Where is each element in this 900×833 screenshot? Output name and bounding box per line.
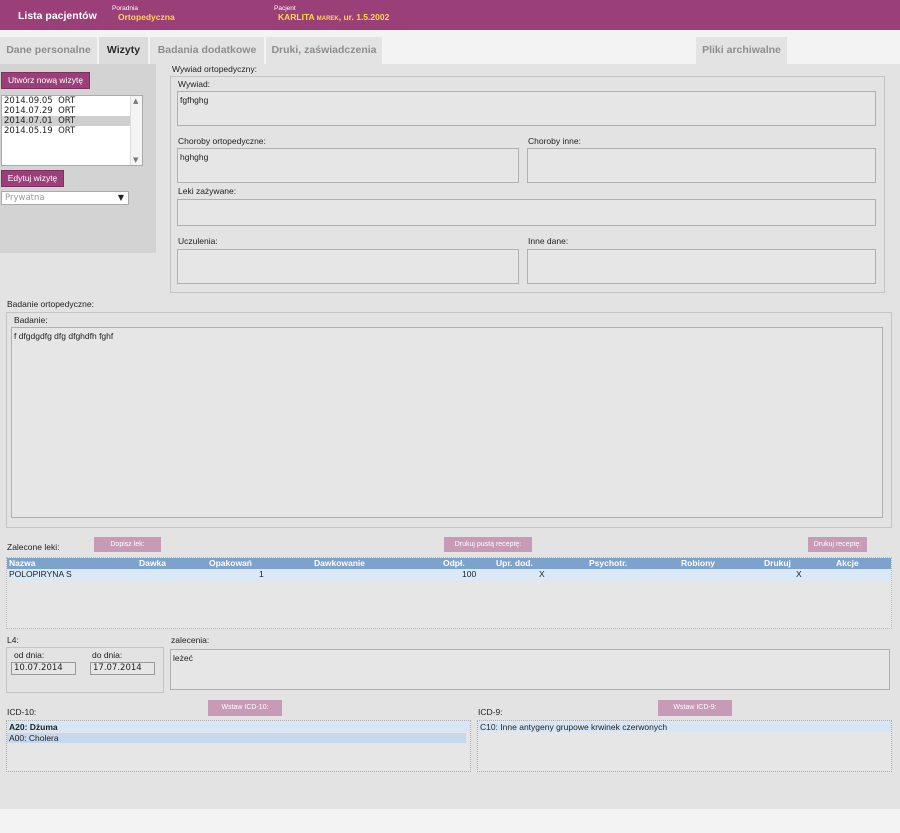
clinic-value[interactable]: Ortopedyczna (118, 12, 175, 22)
ortho-diseases-label: Choroby ortopedyczne: (178, 136, 266, 146)
icd9-list: C10: Inne antygeny grupowe krwinek czerw… (477, 720, 892, 772)
print-empty-prescription-button[interactable]: Drukuj pustą receptę: (444, 537, 532, 552)
exam-section-title: Badanie ortopedyczne: (7, 299, 94, 309)
l4-from-label: od dnia: (14, 650, 45, 660)
column-header[interactable]: Drukuj (764, 558, 791, 569)
table-row[interactable]: POLOPIRYNA S 1 100 X X (7, 569, 891, 581)
chevron-down-icon: ▼ (117, 193, 124, 202)
med-payment: 100 (462, 569, 477, 579)
column-header[interactable]: Dawkowanie (314, 558, 365, 569)
column-header[interactable]: Psychotr. (589, 558, 627, 569)
tab-personal[interactable]: Dane personalne (0, 37, 97, 64)
meds-taken-textarea[interactable] (177, 199, 876, 226)
meds-table-header: Nazwa Dawka Opakowań Dawkowanie Odpł. Up… (7, 558, 891, 569)
patient-info: KARLITA MAREK, ur. 1.5.2002 (278, 12, 389, 22)
payer-select[interactable]: Prywatna ▼ (1, 191, 129, 205)
exam-textarea[interactable]: f dfgdgdfg dfg dfghdfh fghf (11, 327, 883, 518)
column-header[interactable]: Robiony (681, 558, 715, 569)
icd10-list: A20: Dżuma A00: Cholera (6, 720, 471, 772)
print-prescription-button[interactable]: Drukuj receptę: (808, 537, 867, 552)
other-diseases-label: Choroby inne: (528, 136, 581, 146)
insert-icd10-button[interactable]: Wstaw ICD-10: (208, 700, 282, 716)
recommendations-label: zalecenia: (171, 635, 210, 645)
allergies-textarea[interactable] (177, 249, 519, 284)
patient-firstname: MAREK (316, 16, 339, 22)
patient-list-link[interactable]: Lista pacjentów (18, 10, 97, 22)
edit-visit-button[interactable]: Edytuj wizytę (1, 170, 64, 187)
patient-surname: KARLITA (278, 12, 315, 22)
tab-visits[interactable]: Wizyty (99, 37, 148, 64)
create-visit-button[interactable]: Utwórz nową wizytę (1, 72, 90, 89)
column-header[interactable]: Upr. dod. (496, 558, 533, 569)
tab-archive[interactable]: Pliki archiwalne (696, 37, 787, 64)
scroll-up-icon[interactable]: ▲ (133, 97, 138, 105)
med-packs: 1 (259, 569, 264, 579)
column-header[interactable]: Nazwa (9, 558, 35, 569)
other-data-textarea[interactable] (527, 249, 876, 284)
list-item[interactable]: 2014.07.29 ORT (2, 106, 142, 116)
ortho-diseases-textarea[interactable]: hghghg (177, 148, 519, 183)
meds-taken-label: Leki zażywane: (178, 186, 237, 196)
visits-list[interactable]: 2014.09.05 ORT 2014.07.29 ORT 2014.07.01… (1, 95, 143, 166)
interview-section-title: Wywiad ortopedyczny: (172, 64, 257, 74)
column-header[interactable]: Akcje (836, 558, 859, 569)
list-item[interactable]: C10: Inne antygeny grupowe krwinek czerw… (478, 722, 891, 732)
meds-table: Nazwa Dawka Opakowań Dawkowanie Odpł. Up… (6, 557, 892, 629)
wywiad-textarea[interactable]: fgfhghg (177, 91, 876, 126)
l4-from-input[interactable]: 10.07.2014 (11, 662, 76, 675)
icd10-label: ICD-10: (7, 707, 37, 717)
insert-icd9-button[interactable]: Wstaw ICD-9: (658, 700, 732, 716)
column-header[interactable]: Odpł. (443, 558, 465, 569)
med-name: POLOPIRYNA S (9, 569, 72, 579)
med-print[interactable]: X (796, 569, 802, 580)
list-scrollbar[interactable]: ▲ ▼ (130, 96, 142, 165)
clinic-label: Poradnia (112, 5, 139, 12)
l4-label: L4: (7, 635, 19, 645)
payer-select-value: Prywatna (5, 193, 45, 203)
tab-prints[interactable]: Druki, zaświadczenia (266, 37, 382, 64)
add-med-button[interactable]: Dopisz lek: (94, 537, 161, 552)
scroll-down-icon[interactable]: ▼ (133, 156, 138, 164)
other-diseases-textarea[interactable] (527, 148, 876, 183)
wywiad-label: Wywiad: (178, 79, 211, 89)
list-item[interactable]: 2014.05.19 ORT (2, 126, 142, 136)
tab-extra-tests[interactable]: Badania dodatkowe (150, 37, 264, 64)
l4-to-input[interactable]: 17.07.2014 (90, 662, 155, 675)
l4-to-label: do dnia: (92, 650, 123, 660)
allergies-label: Uczulenia: (178, 236, 218, 246)
med-extra: X (539, 569, 545, 579)
recommendations-textarea[interactable]: leżeć (170, 649, 890, 690)
exam-label: Badanie: (14, 315, 48, 325)
list-item[interactable]: A20: Dżuma (7, 722, 470, 732)
meds-label: Zalecone leki: (7, 542, 60, 552)
column-header[interactable]: Dawka (139, 558, 166, 569)
patient-born: , ur. 1.5.2002 (338, 12, 390, 22)
list-item[interactable]: 2014.09.05 ORT (2, 96, 142, 106)
list-item[interactable]: 2014.07.01 ORT (2, 116, 142, 126)
column-header[interactable]: Opakowań (209, 558, 252, 569)
other-data-label: Inne dane: (528, 236, 569, 246)
patient-label: Pacjent (274, 5, 296, 12)
icd9-label: ICD-9: (478, 707, 503, 717)
list-item[interactable]: A00: Cholera (7, 733, 466, 743)
